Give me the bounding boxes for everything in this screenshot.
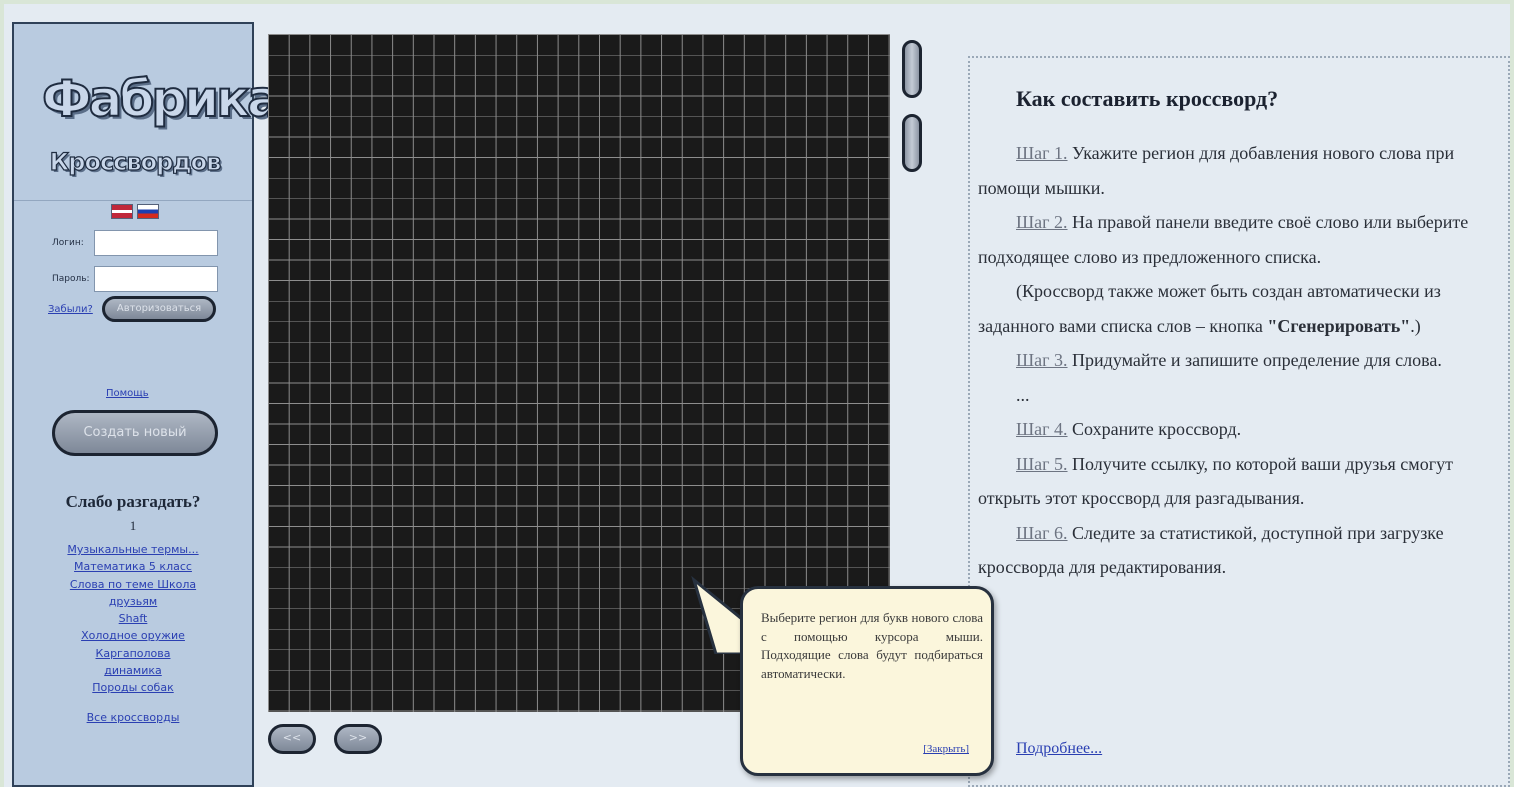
- step-4-text: Сохраните кроссворд.: [1067, 419, 1242, 439]
- crossword-link[interactable]: Холодное оружие: [14, 627, 252, 644]
- crossword-link[interactable]: Каргаполова: [14, 645, 252, 662]
- login-button[interactable]: Авторизоваться: [102, 296, 216, 322]
- step-1-label[interactable]: Шаг 1.: [1016, 143, 1068, 163]
- crossword-link[interactable]: Породы собак: [14, 679, 252, 696]
- language-switcher: [111, 204, 159, 219]
- solve-number: 1: [129, 518, 137, 533]
- step-3-text: Придумайте и запишите определение для сл…: [1067, 350, 1442, 370]
- crossword-list: Музыкальные термы... Математика 5 класс …: [14, 541, 252, 726]
- forgot-password-link[interactable]: Забыли?: [48, 304, 93, 315]
- secondary-scroll-handle[interactable]: [902, 114, 922, 172]
- login-label: Логин:: [52, 238, 84, 248]
- password-input[interactable]: [94, 266, 218, 292]
- step-4: Шаг 4. Сохраните кроссворд.: [978, 412, 1502, 447]
- next-button[interactable]: >>: [334, 724, 382, 754]
- step-6-label[interactable]: Шаг 6.: [1016, 523, 1068, 543]
- all-crosswords-link[interactable]: Все кроссворды: [14, 709, 252, 726]
- password-label: Пароль:: [52, 274, 90, 284]
- sidebar: Фабрика Кроссвордов Логин: Пароль: Забыл…: [12, 22, 282, 787]
- prev-button[interactable]: <<: [268, 724, 316, 754]
- step-3: Шаг 3. Придумайте и запишите определение…: [978, 343, 1502, 378]
- help-title: Как составить кроссворд?: [1016, 86, 1279, 111]
- step-1: Шаг 1. Укажите регион для добавления нов…: [978, 136, 1502, 205]
- crossword-link[interactable]: Математика 5 класс: [14, 558, 252, 575]
- crossword-link[interactable]: Shaft: [14, 610, 252, 627]
- step-6: Шаг 6. Следите за статистикой, доступной…: [978, 516, 1502, 585]
- help-steps: Шаг 1. Укажите регион для добавления нов…: [978, 136, 1502, 585]
- generate-note: (Кроссворд также может быть создан автом…: [978, 274, 1502, 343]
- logo-subtitle: Кроссвордов: [49, 147, 222, 176]
- crossword-link[interactable]: друзьям: [14, 593, 252, 610]
- create-new-button[interactable]: Создать новый: [52, 410, 218, 456]
- note-bold: "Сгенерировать": [1267, 315, 1411, 336]
- login-input[interactable]: [94, 230, 218, 256]
- english-flag-icon[interactable]: [111, 204, 133, 219]
- site-logo[interactable]: Фабрика Кроссвордов: [41, 50, 282, 190]
- crossword-link[interactable]: Музыкальные термы...: [14, 541, 252, 558]
- solve-heading: Слабо разгадать?: [65, 492, 201, 511]
- zoom-scroll-handle[interactable]: [902, 40, 922, 98]
- russian-flag-icon[interactable]: [137, 204, 159, 219]
- help-link[interactable]: Помощь: [106, 388, 149, 399]
- step-2: Шаг 2. На правой панели введите своё сло…: [978, 205, 1502, 274]
- tooltip-text: Выберите регион для букв нового слова с …: [761, 610, 983, 681]
- tooltip-bubble: Выберите регион для букв нового слова с …: [740, 586, 994, 776]
- more-link[interactable]: Подробнее...: [1016, 740, 1102, 758]
- step-3-label[interactable]: Шаг 3.: [1016, 350, 1068, 370]
- tooltip-close-link[interactable]: [Закрыть]: [923, 743, 969, 755]
- note-suffix: .): [1410, 315, 1421, 336]
- ellipsis: ...: [1016, 384, 1030, 405]
- step-5-label[interactable]: Шаг 5.: [1016, 454, 1068, 474]
- crossword-link[interactable]: Слова по теме Школа: [14, 576, 252, 593]
- step-4-label[interactable]: Шаг 4.: [1016, 419, 1068, 439]
- step-5: Шаг 5. Получите ссылку, по которой ваши …: [978, 447, 1502, 516]
- step-2-label[interactable]: Шаг 2.: [1016, 212, 1068, 232]
- sidebar-divider: [14, 200, 252, 201]
- logo-title: Фабрика: [41, 69, 282, 129]
- crossword-link[interactable]: динамика: [14, 662, 252, 679]
